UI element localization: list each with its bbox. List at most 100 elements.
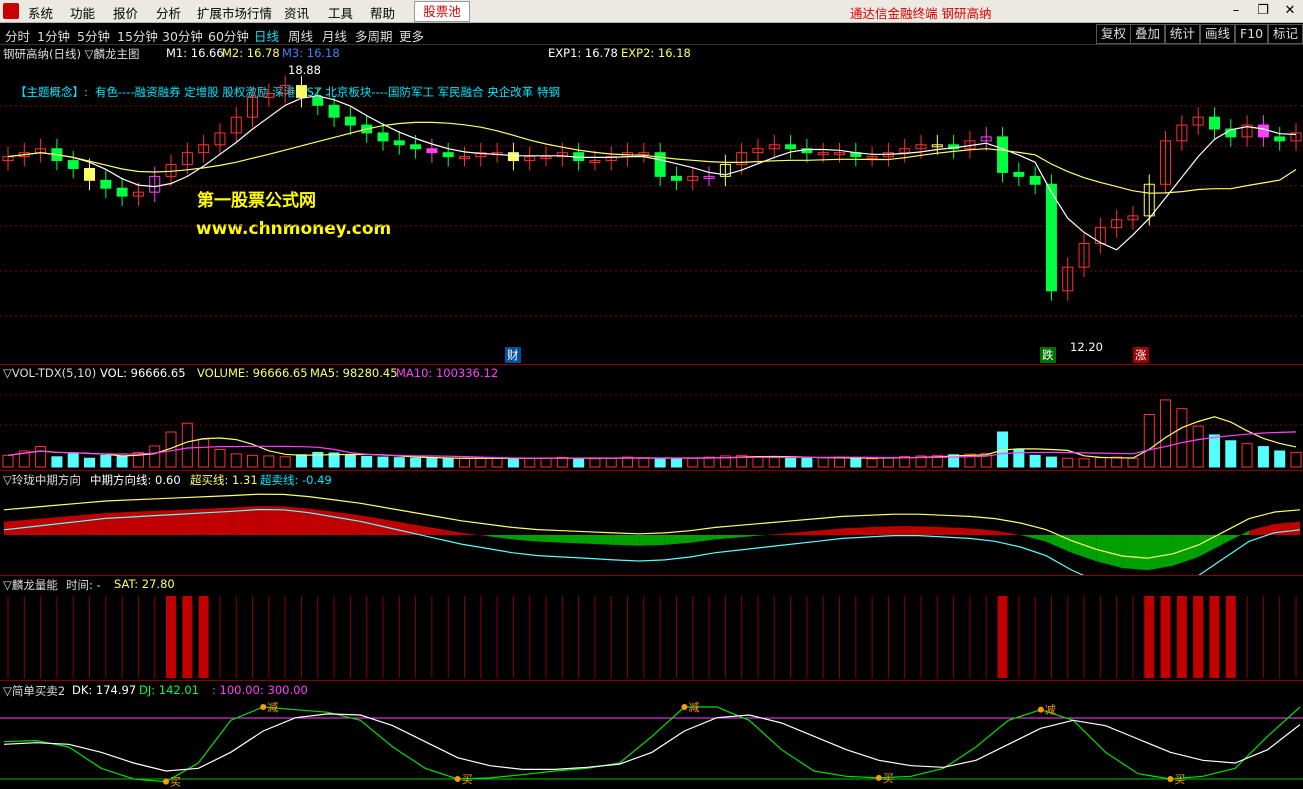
energy-bar bbox=[415, 596, 417, 678]
period-1min[interactable]: 1分钟 bbox=[37, 26, 70, 45]
buy-signal: 买 bbox=[462, 773, 473, 786]
period-daily[interactable]: 日线 bbox=[254, 26, 279, 45]
volume-bar bbox=[35, 446, 47, 468]
candle-body bbox=[410, 144, 422, 150]
direction-area bbox=[258, 506, 284, 535]
energy-bar bbox=[480, 596, 482, 678]
signal-dot bbox=[681, 704, 688, 710]
period-5min[interactable]: 5分钟 bbox=[77, 26, 110, 45]
overlay-button[interactable]: 叠加 bbox=[1130, 24, 1166, 44]
energy-bar bbox=[333, 596, 335, 678]
direction-area bbox=[664, 535, 691, 545]
period-60min[interactable]: 60分钟 bbox=[208, 26, 249, 45]
direction-area bbox=[486, 535, 513, 540]
energy-bar bbox=[561, 596, 563, 678]
direction-area bbox=[613, 535, 640, 546]
volume-bar bbox=[573, 457, 585, 468]
period-more[interactable]: 更多 bbox=[399, 26, 424, 45]
direction-area bbox=[537, 535, 564, 543]
candle-body bbox=[67, 160, 79, 169]
period-30min[interactable]: 30分钟 bbox=[162, 26, 203, 45]
period-toolbar: 分时 1分钟 5分钟 15分钟 30分钟 60分钟 日线 周线 月线 多周期 更… bbox=[0, 23, 1303, 45]
energy-bar bbox=[855, 596, 857, 678]
restore-icon[interactable]: ❐ bbox=[1252, 0, 1274, 22]
energy-bar bbox=[953, 596, 955, 678]
energy-bar bbox=[1295, 596, 1297, 678]
draw-button[interactable]: 画线 bbox=[1200, 24, 1236, 44]
volume-bar bbox=[247, 454, 259, 468]
candlestick-chart[interactable] bbox=[0, 44, 1303, 364]
volume-bar bbox=[1160, 399, 1172, 468]
f10-button[interactable]: F10 bbox=[1235, 24, 1269, 44]
volume-bar bbox=[556, 456, 568, 468]
energy-bar bbox=[692, 596, 694, 678]
direction-area bbox=[995, 530, 1021, 535]
period-multi[interactable]: 多周期 bbox=[355, 26, 393, 45]
window-title: 通达信金融终端 钢研高纳 bbox=[850, 6, 992, 21]
energy-bar bbox=[219, 596, 221, 678]
menu-quote[interactable]: 报价 bbox=[113, 3, 138, 22]
energy-bar bbox=[757, 596, 759, 678]
energy-bar bbox=[773, 596, 775, 678]
menu-system[interactable]: 系统 bbox=[28, 3, 53, 22]
candle-body bbox=[84, 167, 96, 181]
energy-bar bbox=[610, 596, 612, 678]
menu-news[interactable]: 资讯 bbox=[284, 3, 309, 22]
direction-area bbox=[512, 535, 538, 542]
close-icon[interactable]: ✕ bbox=[1279, 0, 1301, 22]
energy-bar bbox=[1050, 596, 1052, 678]
energy-chart[interactable] bbox=[0, 576, 1303, 680]
period-monthly[interactable]: 月线 bbox=[322, 26, 347, 45]
buy-signal: 买 bbox=[1174, 773, 1185, 786]
direction-chart[interactable] bbox=[0, 471, 1303, 575]
simple-trade-chart[interactable]: 买 减买 减买 减买 bbox=[0, 681, 1303, 789]
candle-body bbox=[1013, 171, 1025, 177]
volume-bar bbox=[524, 457, 536, 468]
vol-ma5-line bbox=[7, 416, 1297, 460]
energy-bar bbox=[936, 596, 938, 678]
energy-bar bbox=[235, 596, 237, 678]
stats-button[interactable]: 统计 bbox=[1165, 24, 1201, 44]
energy-bar bbox=[724, 596, 726, 678]
direction-area bbox=[461, 532, 487, 537]
restore-rights-button[interactable]: 复权 bbox=[1096, 24, 1132, 44]
energy-bar bbox=[627, 596, 629, 678]
vol-ma10-line bbox=[7, 431, 1297, 459]
menu-tools[interactable]: 工具 bbox=[328, 3, 353, 22]
menu-help[interactable]: 帮助 bbox=[370, 3, 395, 22]
volume-bar bbox=[2, 454, 14, 468]
volume-bar bbox=[361, 456, 373, 468]
candle-body bbox=[426, 148, 438, 154]
mark-button[interactable]: 标记 bbox=[1268, 24, 1303, 44]
volume-bar bbox=[1192, 425, 1204, 468]
stock-pool-button[interactable]: 股票池 bbox=[414, 1, 470, 22]
volume-bar bbox=[377, 456, 389, 468]
direction-area bbox=[1020, 535, 1046, 542]
volume-bar bbox=[638, 457, 650, 468]
period-15min[interactable]: 15分钟 bbox=[117, 26, 158, 45]
energy-bar bbox=[904, 596, 906, 678]
volume-chart[interactable] bbox=[0, 365, 1303, 470]
volume-bar bbox=[426, 457, 438, 468]
minimize-icon[interactable]: – bbox=[1225, 0, 1247, 22]
volume-bar bbox=[410, 457, 422, 468]
volume-bar bbox=[1208, 434, 1220, 468]
volume-bar bbox=[866, 458, 878, 468]
direction-area bbox=[131, 510, 157, 535]
volume-bar bbox=[491, 457, 503, 468]
period-weekly[interactable]: 周线 bbox=[288, 26, 313, 45]
menu-function[interactable]: 功能 bbox=[70, 3, 95, 22]
energy-bar bbox=[7, 596, 9, 678]
energy-bar bbox=[447, 596, 449, 678]
menu-analysis[interactable]: 分析 bbox=[156, 3, 181, 22]
volume-bar bbox=[1176, 408, 1188, 468]
volume-bar bbox=[507, 458, 519, 468]
energy-bar bbox=[198, 596, 209, 678]
energy-bar bbox=[741, 596, 743, 678]
direction-area bbox=[1223, 530, 1250, 544]
candle-body bbox=[295, 85, 307, 98]
direction-area bbox=[54, 515, 81, 535]
candle-body bbox=[344, 116, 356, 126]
menu-extended-market[interactable]: 扩展市场行情 bbox=[197, 3, 272, 22]
period-timeshare[interactable]: 分时 bbox=[5, 26, 30, 45]
